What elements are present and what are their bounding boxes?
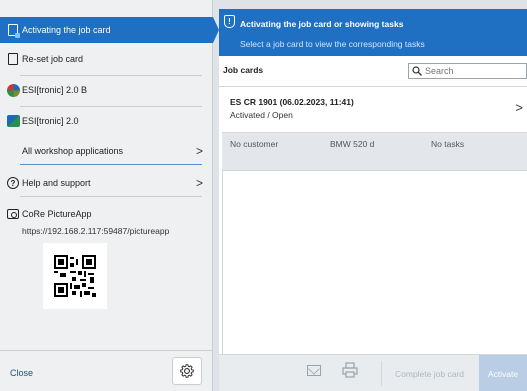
tasks-value: No tasks bbox=[431, 139, 465, 149]
sidebar-footer: Close bbox=[0, 350, 213, 391]
sidebar-item-esitronic[interactable]: ESI[tronic] 2.0 bbox=[0, 110, 213, 132]
sidebar-item-label: Activating the job card bbox=[22, 25, 111, 35]
help-icon: ? bbox=[6, 176, 20, 190]
chevron-right-icon: > bbox=[195, 144, 203, 158]
bottom-toolbar: Complete job card Activate bbox=[219, 354, 527, 391]
empty-list-area bbox=[222, 171, 527, 356]
customer-value: No customer bbox=[230, 139, 279, 149]
settings-button[interactable] bbox=[172, 357, 202, 385]
sidebar-item-label: ESI[tronic] 2.0 B bbox=[22, 85, 88, 95]
qr-code bbox=[43, 243, 107, 309]
chevron-right-icon: > bbox=[195, 176, 203, 190]
vehicle-value: BMW 520 d bbox=[330, 139, 375, 149]
sidebar-item-reset-job-card[interactable]: Re-set job card bbox=[0, 48, 213, 70]
banner-title: Activating the job card or showing tasks bbox=[240, 19, 404, 29]
job-cards-title: Job cards bbox=[223, 65, 264, 75]
esitronic-b-icon bbox=[6, 83, 20, 97]
camera-icon bbox=[6, 207, 20, 221]
search-input[interactable] bbox=[425, 66, 525, 76]
banner-subtitle: Select a job card to view the correspond… bbox=[240, 39, 425, 49]
document-icon bbox=[6, 23, 20, 38]
sidebar-item-label: ESI[tronic] 2.0 bbox=[22, 116, 79, 126]
search-icon bbox=[412, 66, 422, 76]
search-box[interactable] bbox=[408, 63, 527, 79]
sidebar-item-help-and-support[interactable]: ? Help and support > bbox=[0, 172, 213, 194]
esitronic-icon bbox=[6, 114, 20, 128]
picture-app-url: https://192.168.2.117:59487/pictureapp bbox=[22, 226, 170, 236]
sidebar-item-label: Re-set job card bbox=[22, 54, 84, 64]
chevron-right-icon: > bbox=[515, 100, 523, 115]
gear-icon bbox=[180, 364, 194, 378]
sidebar-item-all-workshop-applications[interactable]: All workshop applications > bbox=[0, 140, 213, 162]
sidebar-item-activate-job-card[interactable]: Activating the job card bbox=[0, 17, 219, 43]
sidebar-item-label: All workshop applications bbox=[22, 146, 124, 156]
document-icon bbox=[6, 52, 20, 66]
job-card-title: ES CR 1901 (06.02.2023, 11:41) bbox=[230, 97, 354, 107]
main-panel: ! Activating the job card or showing tas… bbox=[219, 9, 527, 391]
job-card-details: No customer BMW 520 d No tasks bbox=[222, 133, 527, 171]
activate-button[interactable]: Activate bbox=[479, 355, 527, 391]
mail-icon[interactable] bbox=[307, 365, 321, 376]
sidebar-item-picture-app[interactable]: CoRe PictureApp bbox=[0, 205, 213, 223]
complete-job-card-button[interactable]: Complete job card bbox=[382, 355, 477, 391]
picture-app-label: CoRe PictureApp bbox=[22, 209, 92, 219]
job-cards-header: Job cards bbox=[219, 56, 527, 87]
job-card-status: Activated / Open bbox=[230, 110, 293, 120]
info-banner: ! Activating the job card or showing tas… bbox=[219, 9, 527, 56]
sidebar-item-label: Help and support bbox=[22, 178, 91, 188]
close-button[interactable]: Close bbox=[10, 368, 33, 378]
sidebar-item-esitronic-b[interactable]: ESI[tronic] 2.0 B bbox=[0, 79, 213, 101]
job-card-row[interactable]: ES CR 1901 (06.02.2023, 11:41) Activated… bbox=[222, 89, 527, 133]
print-icon[interactable] bbox=[342, 362, 358, 378]
sidebar: Activating the job card Re-set job card … bbox=[0, 0, 219, 391]
warning-icon: ! bbox=[224, 15, 235, 28]
